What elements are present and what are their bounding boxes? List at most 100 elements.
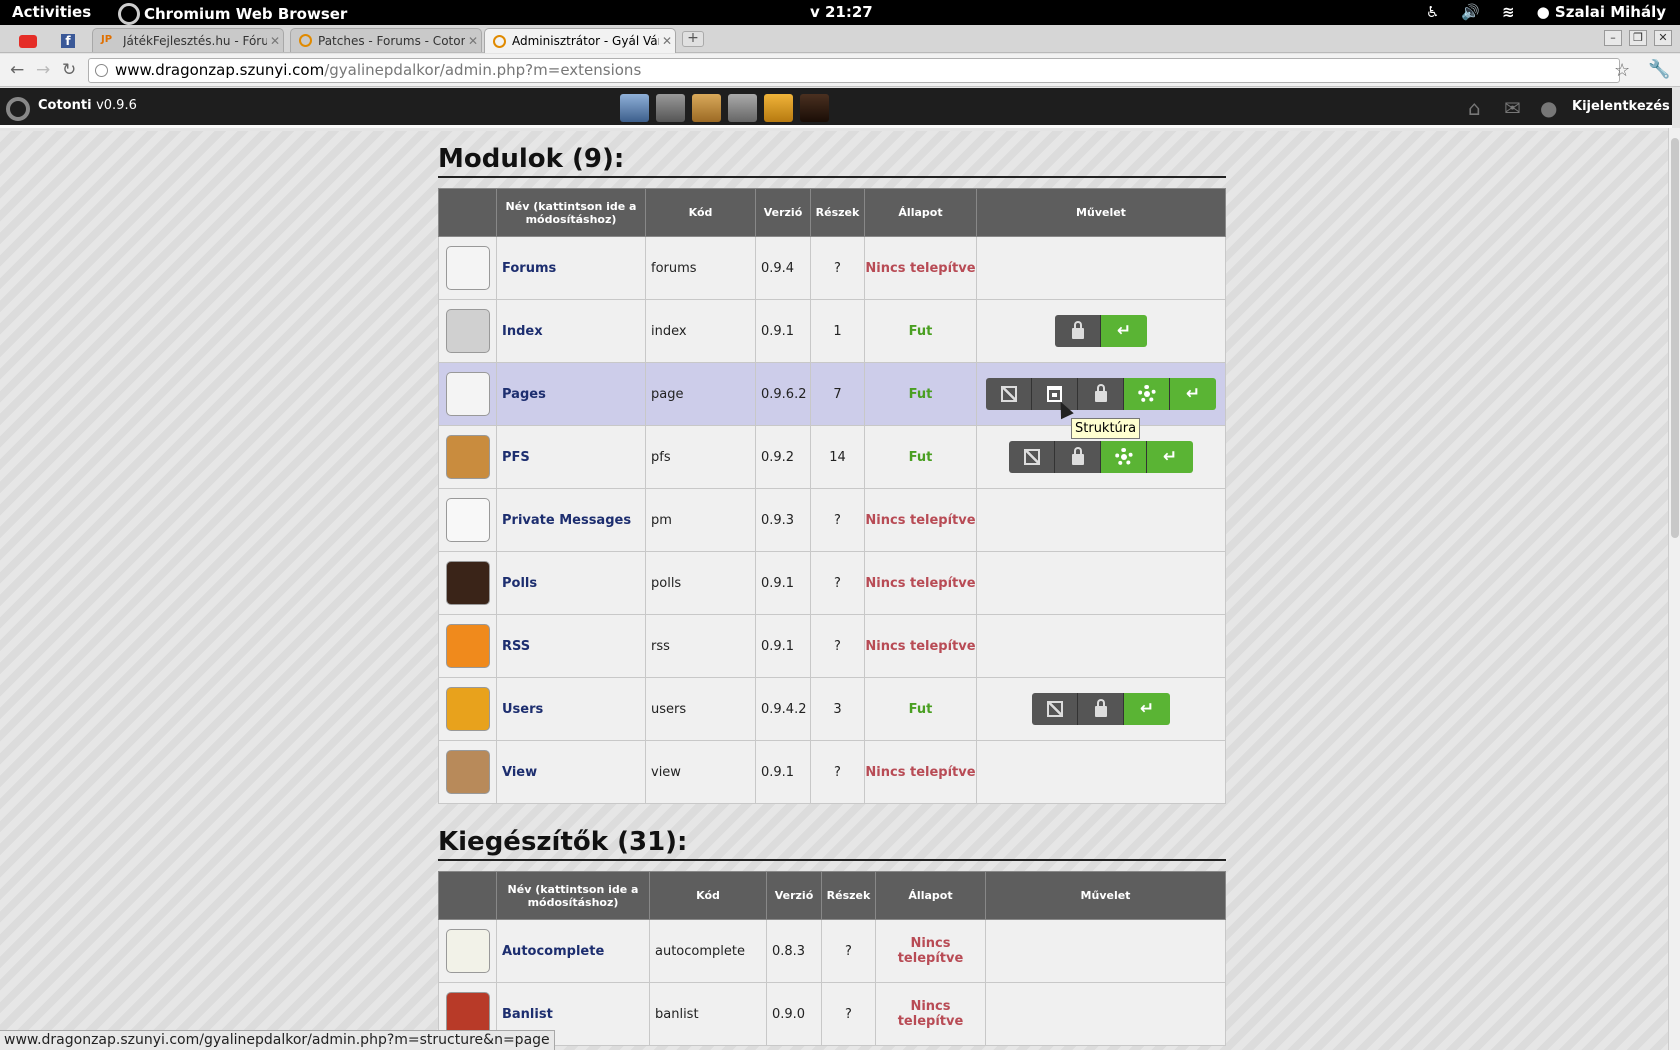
tab-patches[interactable]: Patches - Forums - Cotonti ✕ — [290, 28, 482, 52]
logout-link[interactable]: Kijelentkezés — [1572, 99, 1670, 114]
close-window-button[interactable]: ✕ — [1654, 30, 1672, 46]
lock-button[interactable] — [1078, 378, 1124, 410]
back-arrow-icon[interactable]: ← — [10, 60, 24, 80]
youtube-icon — [19, 34, 37, 48]
enter-button[interactable]: ↵ — [1101, 315, 1147, 347]
cotonti-brand[interactable]: Cotonti v0.9.6 — [38, 98, 137, 113]
config-sliders-icon[interactable] — [656, 94, 685, 122]
structure-folder-icon[interactable] — [692, 94, 721, 122]
module-icon-cell — [438, 551, 497, 615]
wifi-icon[interactable]: ≋ — [1502, 3, 1515, 21]
admin-home-icon[interactable] — [620, 94, 649, 122]
extensions-gear-icon[interactable] — [728, 94, 757, 122]
lock-button[interactable] — [1078, 693, 1124, 725]
config-button[interactable] — [1101, 441, 1147, 473]
extension-name-link[interactable]: Polls — [496, 551, 646, 615]
gear-icon — [1114, 448, 1133, 466]
pulse-icon — [445, 561, 490, 605]
action-buttons: ↵ — [1055, 315, 1147, 347]
clock[interactable]: v 21:27 — [810, 3, 873, 21]
tab-jatekfejlesztes[interactable]: JP JátékFejlesztés.hu - Fórum ✕ — [92, 28, 284, 52]
enter-button[interactable]: ↵ — [1170, 378, 1216, 410]
extension-parts: ? — [821, 982, 876, 1046]
edit-button[interactable] — [986, 378, 1032, 410]
plugins-table-body: Autocomplete autocomplete 0.8.3? Nincs tele… — [438, 919, 1226, 1046]
action-buttons: ↵ — [1009, 441, 1193, 473]
extension-name-link[interactable]: View — [496, 740, 646, 804]
volume-icon[interactable]: 🔊 — [1461, 3, 1480, 21]
close-tab-icon[interactable]: ✕ — [267, 34, 283, 48]
bookmark-star-icon[interactable]: ☆ — [1614, 60, 1630, 81]
forward-arrow-icon[interactable]: → — [36, 60, 50, 80]
lock-button[interactable] — [1055, 441, 1101, 473]
extension-name-link[interactable]: Private Messages — [496, 488, 646, 552]
tooltip: Struktúra — [1071, 418, 1141, 439]
table-row: View view 0.9.1? Nincs telepítve — [438, 740, 1226, 804]
table-header-row: Név (kattintson ide a módosításhoz) Kód … — [438, 188, 1226, 237]
accessibility-icon[interactable]: ♿ — [1426, 3, 1439, 21]
close-tab-icon[interactable]: ✕ — [465, 34, 481, 48]
state-column-header: Állapot — [875, 871, 986, 920]
tab-title: Patches - Forums - Cotonti — [318, 33, 465, 48]
edit-button[interactable] — [1009, 441, 1055, 473]
minimize-button[interactable]: – — [1604, 30, 1622, 46]
icon-column-header — [438, 188, 497, 237]
new-tab-button[interactable]: + — [682, 31, 704, 47]
notepad-icon — [445, 929, 490, 973]
extension-parts: ? — [821, 919, 876, 983]
extension-name-link[interactable]: Index — [496, 299, 646, 363]
activities-button[interactable]: Activities — [12, 3, 91, 21]
extension-version: 0.9.6.2 — [755, 362, 811, 426]
enter-button[interactable]: ↵ — [1124, 693, 1170, 725]
table-row: Polls polls 0.9.1? Nincs telepítve — [438, 551, 1226, 615]
stats-pulse-icon[interactable] — [800, 94, 829, 122]
actions-cell — [985, 982, 1226, 1046]
table-row: Private Messages pm 0.9.3? Nincs telepítve — [438, 488, 1226, 552]
enter-icon: ↵ — [1116, 320, 1132, 341]
extension-name-link[interactable]: Forums — [496, 236, 646, 300]
extension-name-link[interactable]: RSS — [496, 614, 646, 678]
extension-name-link[interactable]: Users — [496, 677, 646, 741]
user-icon[interactable]: ● — [1540, 96, 1557, 120]
wrench-icon[interactable]: 🔧 — [1648, 59, 1670, 80]
extension-code: banlist — [649, 982, 767, 1046]
tab-admin[interactable]: Adminisztrátor - Gyál Város✕ — [484, 28, 676, 53]
users-icon — [445, 687, 490, 731]
extension-state: Fut — [864, 362, 977, 426]
home-icon[interactable]: ⌂ — [1468, 96, 1481, 120]
config-button[interactable] — [1124, 378, 1170, 410]
pinned-tab-facebook[interactable]: f — [52, 30, 84, 52]
extension-parts: 3 — [810, 677, 865, 741]
actions-cell: ↵ — [976, 677, 1226, 741]
extension-version: 0.9.1 — [755, 551, 811, 615]
close-tab-icon[interactable]: ✕ — [659, 34, 675, 48]
lock-icon — [1071, 321, 1084, 339]
extension-name-link[interactable]: Pages — [496, 362, 646, 426]
extension-code: polls — [645, 551, 756, 615]
code-column-header: Kód — [649, 871, 767, 920]
app-menu[interactable]: Chromium Web Browser — [118, 3, 347, 25]
table-row: Users users 0.9.4.2 3 Fut ↵ — [438, 677, 1226, 741]
extension-parts: ? — [810, 740, 865, 804]
lock-button[interactable] — [1055, 315, 1101, 347]
url-input[interactable]: www.dragonzap.szunyi.com/gyalinepdalkor/… — [88, 58, 1620, 83]
users-icon[interactable] — [764, 94, 793, 122]
enter-button[interactable]: ↵ — [1147, 441, 1193, 473]
mail-icon[interactable]: ✉ — [1504, 96, 1521, 120]
scrollbar-thumb[interactable] — [1671, 138, 1679, 538]
pinned-tab-youtube[interactable] — [12, 30, 44, 52]
extension-parts: 7 — [810, 362, 865, 426]
table-row: Autocomplete autocomplete 0.8.3? Nincs tele… — [438, 919, 1226, 983]
code-column-header: Kód — [645, 188, 756, 237]
page-scrollbar[interactable] — [1668, 128, 1680, 1050]
reload-icon[interactable]: ↻ — [62, 60, 76, 80]
extension-name-link[interactable]: PFS — [496, 425, 646, 489]
page-info-icon[interactable] — [95, 64, 108, 77]
extension-name-link[interactable]: Autocomplete — [496, 919, 650, 983]
edit-button[interactable] — [1032, 693, 1078, 725]
user-menu[interactable]: ● Szalai Mihály — [1537, 3, 1666, 21]
extension-code: rss — [645, 614, 756, 678]
restore-button[interactable]: ❐ — [1629, 30, 1647, 46]
module-icon-cell — [438, 740, 497, 804]
actions-cell — [976, 236, 1226, 300]
